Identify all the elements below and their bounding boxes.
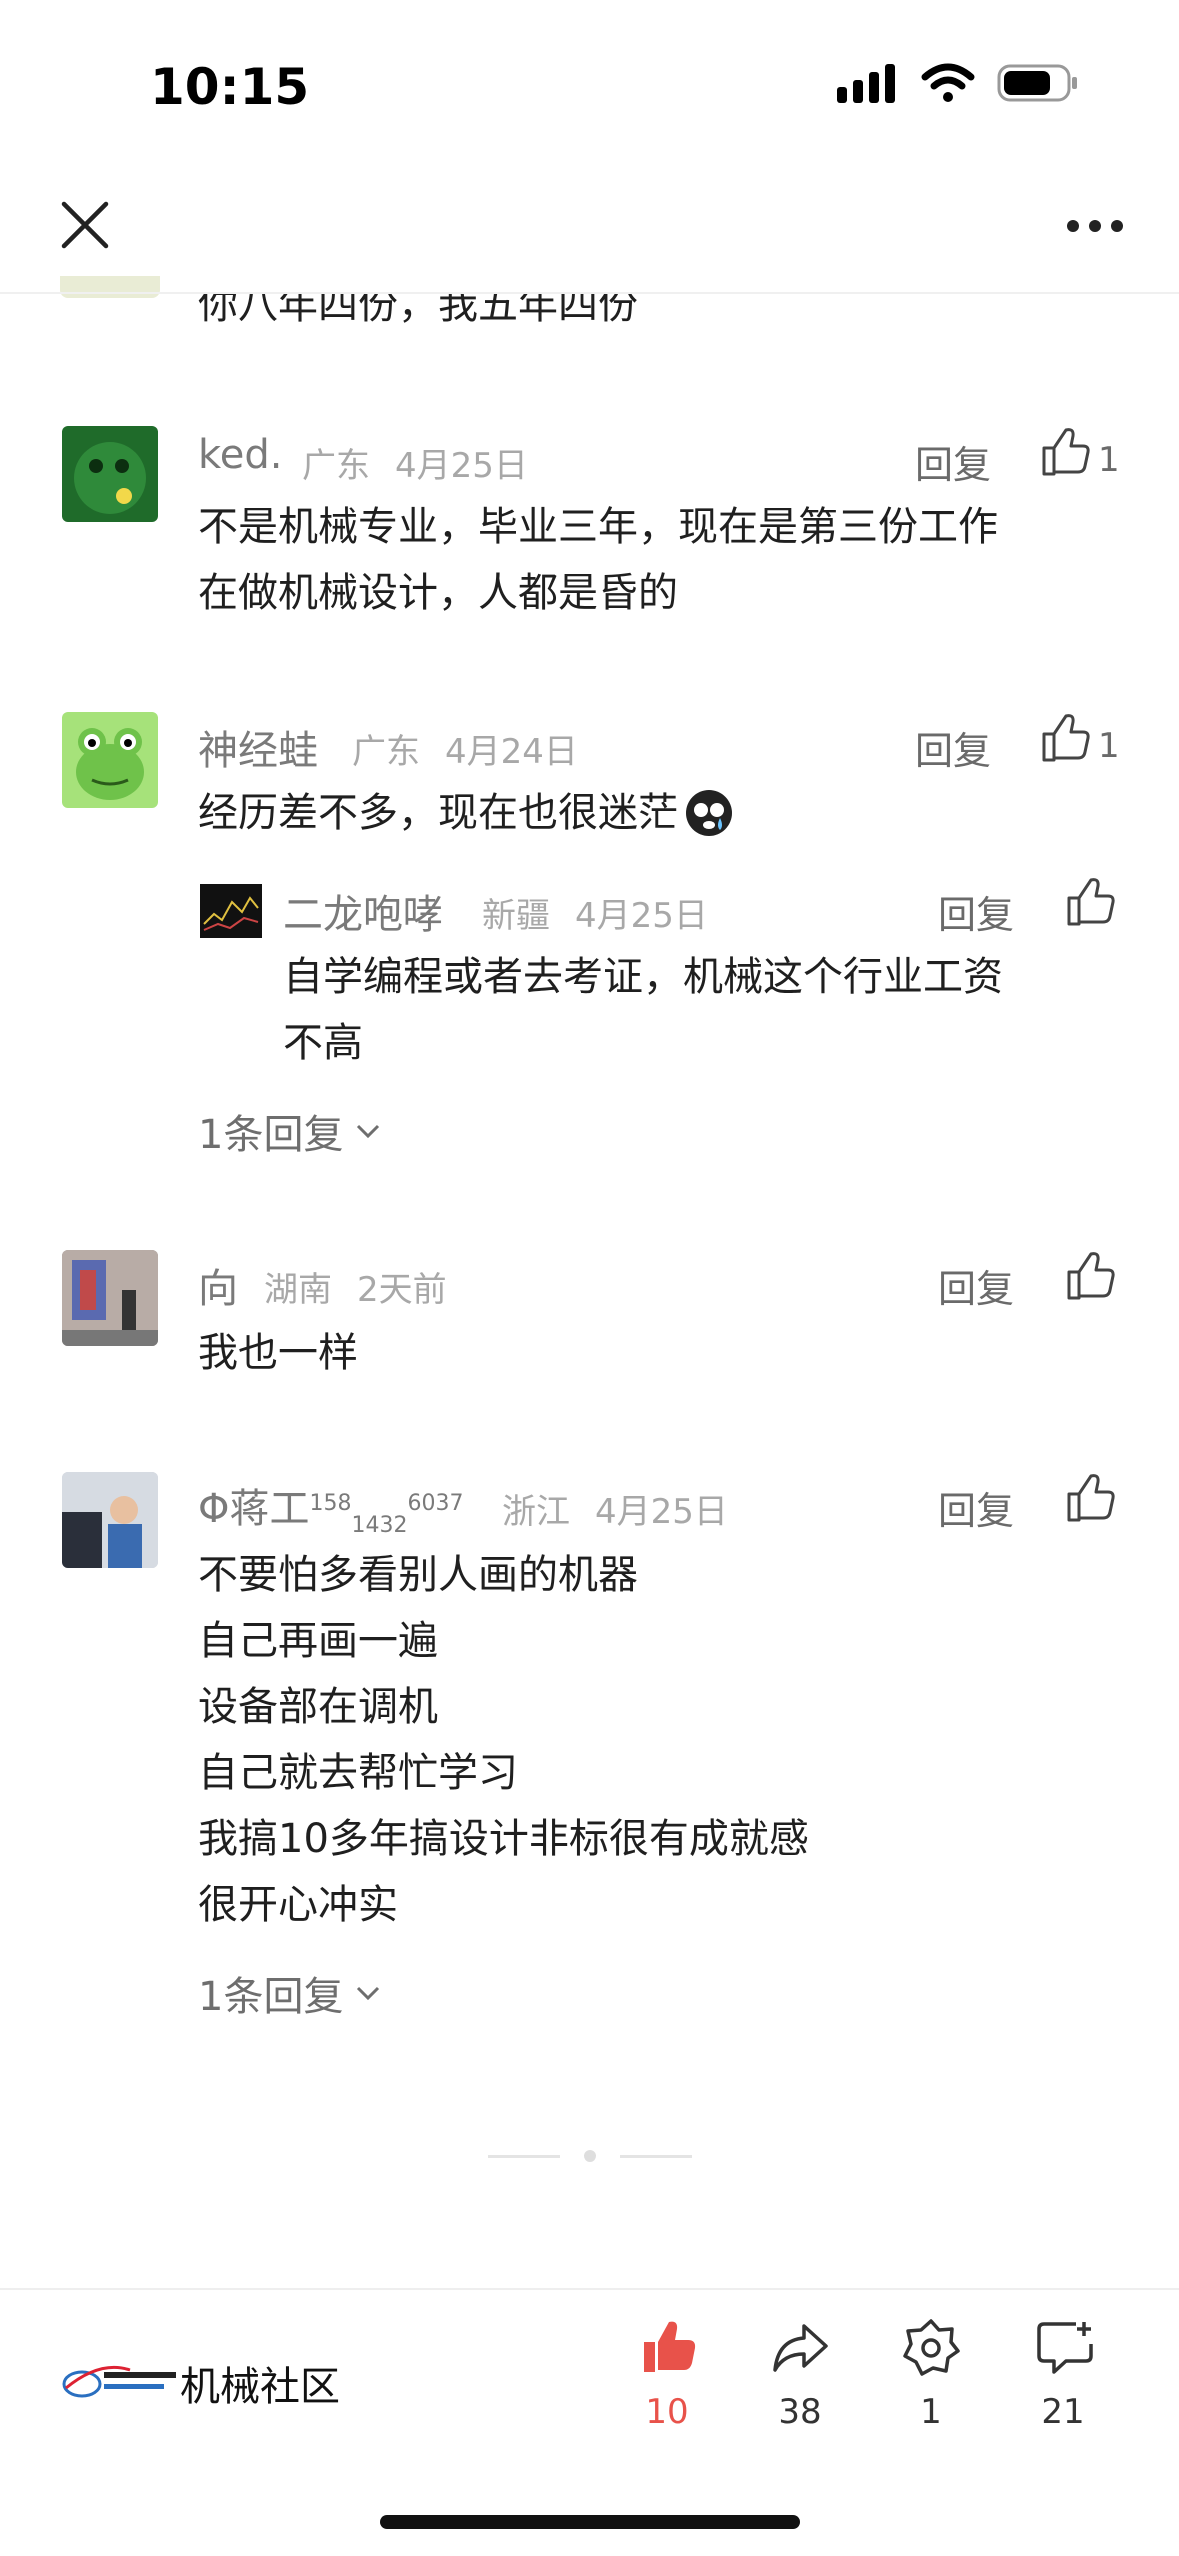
bottom-bar-divider [0, 2288, 1179, 2290]
avatar[interactable] [62, 1250, 158, 1346]
collect-count: 1 [920, 2392, 942, 2432]
comment-date: 4月25日 [395, 446, 528, 486]
reply-button[interactable]: 回复 [938, 1480, 1014, 1535]
comment-add-icon[interactable] [1036, 2320, 1096, 2376]
comment-line: 我搞10多年搞设计非标很有成就感 [198, 1816, 809, 1862]
chevron-down-icon [357, 1986, 380, 2001]
comment-date: 4月24日 [445, 732, 578, 772]
crying-emoji-icon [686, 790, 732, 836]
reply-button[interactable]: 回复 [915, 720, 991, 775]
partial-comment-text: 你八年四份，我五年四份 [198, 282, 638, 328]
comment-line: 经历差不多，现在也很迷茫 [198, 790, 678, 836]
home-indicator [380, 2515, 800, 2529]
status-icons [837, 62, 1079, 104]
community-name[interactable]: 机械社区 [180, 2354, 340, 2412]
thumbs-up-icon[interactable] [1065, 1250, 1117, 1302]
comment-username-group[interactable]: Φ蒋工 158 1432 6037 [198, 1476, 464, 1538]
comment-line: 很开心冲实 [198, 1882, 398, 1928]
comment-line: 设备部在调机 [198, 1684, 438, 1730]
wifi-icon [921, 63, 975, 102]
comment-count: 21 [1041, 2392, 1085, 2432]
username-superscript: 158 [309, 1491, 352, 1516]
thumbs-up-filled-icon[interactable] [640, 2318, 698, 2376]
comment-username[interactable]: 神经蛙 [198, 718, 318, 776]
more-options-icon[interactable] [1065, 218, 1125, 234]
avatar[interactable] [62, 712, 158, 808]
more-replies-link[interactable]: 1条回复 [198, 1102, 381, 1160]
like-count: 1 [1098, 440, 1120, 480]
comment-username[interactable]: ked. [198, 432, 282, 478]
sub-reply-region: 新疆 [482, 896, 550, 936]
loading-line-left [488, 2155, 560, 2158]
comment-line: 自己就去帮忙学习 [198, 1750, 518, 1796]
reply-button[interactable]: 回复 [915, 434, 991, 489]
comment-region: 广东 [302, 446, 370, 486]
comment-region: 湖南 [264, 1270, 332, 1310]
comment-line: 不要怕多看别人画的机器 [198, 1552, 638, 1598]
thumbs-up-icon[interactable] [1040, 712, 1092, 764]
avatar-partial [60, 276, 160, 298]
sub-reply-username[interactable]: 二龙咆哮 [283, 882, 443, 940]
username-subscript: 1432 [351, 1513, 408, 1538]
avatar[interactable] [62, 426, 158, 522]
battery-icon [997, 64, 1077, 102]
more-replies-label: 1条回复 [198, 1974, 344, 2020]
comment-region: 浙江 [502, 1492, 570, 1532]
share-count: 38 [778, 2392, 822, 2432]
share-icon[interactable] [772, 2322, 828, 2374]
more-replies-link[interactable]: 1条回复 [198, 1964, 381, 2022]
comment-date: 2天前 [357, 1270, 447, 1310]
username-superscript: 6037 [407, 1491, 464, 1516]
comment-line: 我也一样 [198, 1330, 358, 1376]
loading-dot [584, 2150, 596, 2162]
thumbs-up-icon[interactable] [1065, 876, 1117, 928]
like-total: 10 [645, 2392, 689, 2432]
signal-icon [837, 64, 895, 103]
comment-date: 4月25日 [595, 1492, 728, 1532]
comment-line: 不是机械专业，毕业三年，现在是第三份工作 [198, 504, 998, 550]
thumbs-up-icon[interactable] [1040, 426, 1092, 478]
thumbs-up-icon[interactable] [1065, 1472, 1117, 1524]
sub-reply-date: 4月25日 [575, 896, 708, 936]
comment-text-row: 经历差不多，现在也很迷茫 [198, 780, 734, 846]
nav-divider [0, 292, 1179, 294]
sub-reply-avatar[interactable] [200, 884, 262, 938]
sub-reply-line: 自学编程或者去考证，机械这个行业工资 [283, 954, 1003, 1000]
sub-reply-line: 不高 [283, 1020, 363, 1066]
comment-username[interactable]: 向 [198, 1256, 238, 1314]
comment-region: 广东 [352, 732, 420, 772]
loading-line-right [620, 2155, 692, 2158]
close-icon[interactable] [60, 200, 110, 250]
collect-icon[interactable] [902, 2318, 960, 2376]
reply-button[interactable]: 回复 [938, 884, 1014, 939]
status-time: 10:15 [150, 58, 310, 116]
more-replies-label: 1条回复 [198, 1112, 344, 1158]
comment-line: 自己再画一遍 [198, 1618, 438, 1664]
like-count: 1 [1098, 726, 1120, 766]
avatar[interactable] [62, 1472, 158, 1568]
comment-username: Φ蒋工 [198, 1486, 310, 1532]
chevron-down-icon [357, 1124, 380, 1139]
community-logo-icon[interactable] [60, 2358, 180, 2404]
comment-line: 在做机械设计，人都是昏的 [198, 570, 678, 616]
reply-button[interactable]: 回复 [938, 1258, 1014, 1313]
